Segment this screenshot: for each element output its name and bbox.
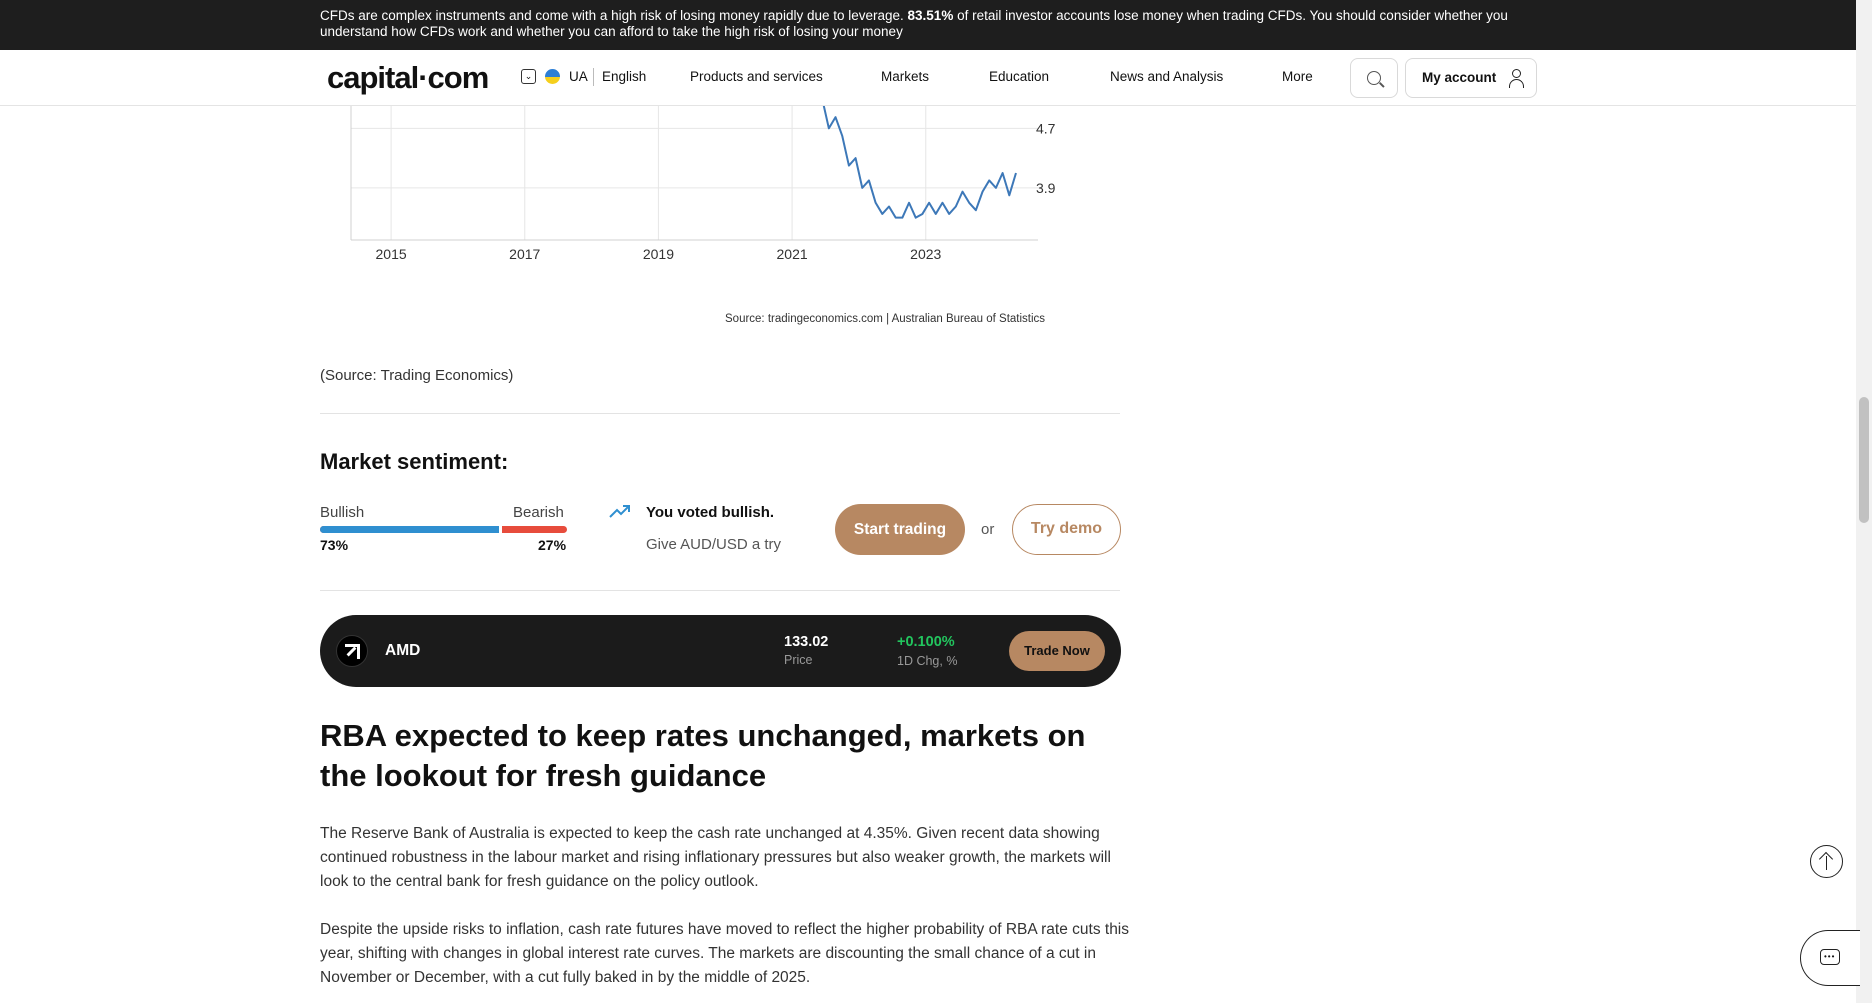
ukraine-flag-icon[interactable]: [545, 69, 560, 84]
voted-message: You voted bullish.: [646, 504, 775, 521]
risk-percentage: 83.51%: [907, 8, 954, 23]
capital-logo[interactable]: capital·com: [327, 60, 489, 96]
user-icon: [1507, 68, 1527, 88]
article-paragraph: Despite the upside risks to inflation, c…: [320, 921, 1130, 986]
header-divider: [593, 68, 594, 86]
trade-now-button[interactable]: Trade Now: [1009, 631, 1105, 671]
nav-products-services[interactable]: Products and services: [690, 69, 823, 84]
bearish-percent: 27%: [538, 537, 567, 553]
sentiment-bar-bullish-fill: [320, 526, 501, 533]
chart-y-tick-label: 4.7: [1036, 120, 1056, 136]
nav-markets[interactable]: Markets: [881, 69, 929, 84]
article-paragraph: The Reserve Bank of Australia is expecte…: [320, 825, 1111, 890]
bearish-label: Bearish: [513, 504, 564, 521]
trending-up-icon: [609, 505, 630, 518]
instrument-price: 133.02: [784, 634, 829, 650]
chart-y-tick-label: 3.9: [1036, 180, 1056, 196]
language-selector[interactable]: English: [602, 69, 646, 84]
section-divider: [320, 590, 1120, 591]
region-selector[interactable]: UA: [569, 69, 588, 84]
scrollbar-thumb[interactable]: [1859, 397, 1869, 523]
bullish-label: Bullish: [320, 504, 365, 521]
chart-x-tick-label: 2017: [509, 246, 540, 262]
risk-warning-text: CFDs are complex instruments and come wi…: [320, 8, 1508, 39]
my-account-button[interactable]: My account: [1405, 58, 1537, 98]
instrument-change: +0.100%: [897, 634, 955, 650]
chat-button[interactable]: •••: [1800, 930, 1860, 986]
bullish-percent: 73%: [320, 537, 349, 553]
chart-x-tick-label: 2019: [643, 246, 674, 262]
instrument-price-label: Price: [784, 653, 813, 667]
instrument-change-label: 1D Chg, %: [897, 654, 958, 668]
unemployment-chart: 2015 2017 2019 2021 2023 3.9 4.7: [320, 106, 1070, 266]
chart-x-tick-label: 2015: [376, 246, 407, 262]
instrument-strip: AMD 133.02 Price +0.100% 1D Chg, % Trade…: [320, 615, 1121, 687]
my-account-label: My account: [1422, 70, 1497, 85]
section-divider: [320, 413, 1120, 414]
back-to-top-button[interactable]: [1810, 845, 1843, 878]
article-source-text: (Source: Trading Economics): [320, 367, 514, 384]
give-try-message: Give AUD/USD a try: [646, 536, 782, 553]
chevron-down-icon[interactable]: ⌄: [521, 69, 536, 84]
risk-warning-banner: CFDs are complex instruments and come wi…: [0, 0, 1856, 50]
or-text: or: [981, 521, 995, 538]
sentiment-bar: [320, 526, 567, 533]
line-chart-svg: 2015 2017 2019 2021 2023 3.9 4.7: [350, 106, 1056, 262]
nav-more[interactable]: More: [1282, 69, 1313, 84]
chart-source-note: Source: tradingeconomics.com | Australia…: [725, 313, 1046, 325]
nav-news-analysis[interactable]: News and Analysis: [1110, 69, 1223, 84]
amd-logo-icon: [336, 635, 368, 667]
article-headline: RBA expected to keep rates unchanged, ma…: [320, 718, 1086, 793]
site-header: capital·com ⌄ UA English Products and se…: [0, 50, 1856, 106]
nav-education[interactable]: Education: [989, 69, 1049, 84]
chart-x-tick-label: 2023: [910, 246, 941, 262]
instrument-name[interactable]: AMD: [385, 642, 420, 660]
market-sentiment-title: Market sentiment:: [320, 449, 509, 474]
try-demo-button[interactable]: Try demo: [1012, 504, 1121, 555]
chart-x-tick-label: 2021: [777, 246, 808, 262]
chart-series-line: [822, 106, 1017, 219]
sentiment-bar-separator: [499, 526, 503, 533]
start-trading-button[interactable]: Start trading: [835, 504, 965, 555]
search-button[interactable]: [1350, 58, 1398, 98]
